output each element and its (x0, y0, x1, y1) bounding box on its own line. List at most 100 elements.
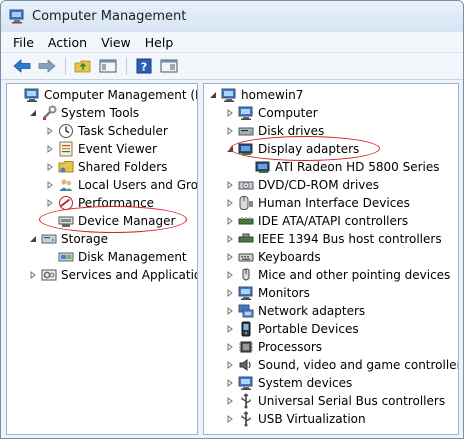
sound-icon (238, 357, 254, 373)
right-node-ati-radeon-hd-5800-series[interactable]: ATI Radeon HD 5800 Series (242, 158, 439, 176)
tree-node-label: Portable Devices (258, 322, 359, 336)
right-node-system-devices[interactable]: System devices (225, 374, 352, 392)
right-node-sound-video-and-game-controllers[interactable]: Sound, video and game controllers (225, 356, 458, 374)
right-node-human-interface-devices[interactable]: Human Interface Devices (225, 194, 410, 212)
expand-arrow-icon[interactable] (225, 392, 235, 410)
expand-arrow-icon[interactable] (225, 122, 235, 140)
left-node-disk-management[interactable]: Disk Management (45, 248, 187, 266)
no-expander (242, 158, 252, 176)
menu-file[interactable]: File (13, 35, 34, 50)
tree-node-label: Performance (78, 196, 155, 210)
menu-action[interactable]: Action (48, 35, 87, 50)
tree-node-label: Event Viewer (78, 142, 157, 156)
computer-management-icon (9, 9, 25, 24)
help-icon[interactable]: ? (133, 56, 155, 76)
left-node-performance[interactable]: Performance (45, 194, 154, 212)
performance-icon (58, 195, 74, 211)
tree-node-label: Universal Serial Bus controllers (258, 394, 446, 408)
expand-arrow-icon[interactable] (28, 266, 38, 284)
tree-node-label: Monitors (258, 286, 310, 300)
left-node-shared-folders[interactable]: Shared Folders (45, 158, 167, 176)
menu-view[interactable]: View (101, 35, 131, 50)
expand-arrow-icon[interactable] (225, 212, 235, 230)
right-node-ide-ata-atapi-controllers[interactable]: IDE ATA/ATAPI controllers (225, 212, 408, 230)
hid-icon (238, 195, 254, 211)
right-node-network-adapters[interactable]: Network adapters (225, 302, 365, 320)
right-node-ieee-1394-bus-host-controllers[interactable]: IEEE 1394 Bus host controllers (225, 230, 442, 248)
tree-node-label: System devices (258, 376, 353, 390)
tree-node-label: Disk Management (78, 250, 187, 264)
right-node-monitors[interactable]: Monitors (225, 284, 310, 302)
menu-bar: File Action View Help (1, 32, 463, 53)
expand-arrow-icon[interactable] (45, 122, 55, 140)
expand-arrow-icon[interactable] (225, 284, 235, 302)
tree-node-label: homewin7 (241, 88, 304, 102)
task-scheduler-icon (58, 123, 74, 139)
left-node-device-manager[interactable]: Device Manager (45, 212, 175, 230)
tree-node-label: System Tools (61, 106, 140, 120)
right-node-homewin7[interactable]: homewin7 (208, 86, 303, 104)
expand-arrow-icon[interactable] (225, 320, 235, 338)
right-node-keyboards[interactable]: Keyboards (225, 248, 321, 266)
display-adapter-icon (255, 159, 271, 175)
right-node-portable-devices[interactable]: Portable Devices (225, 320, 359, 338)
expand-arrow-icon[interactable] (225, 302, 235, 320)
console-tree-pane[interactable]: Computer Management (Local System Tools Ta… (6, 83, 198, 435)
expand-arrow-icon[interactable] (45, 194, 55, 212)
right-node-processors[interactable]: Processors (225, 338, 322, 356)
tree-node-label: USB Virtualization (258, 412, 366, 426)
right-node-dvd-cd-rom-drives[interactable]: DVD/CD-ROM drives (225, 176, 379, 194)
expand-arrow-icon[interactable] (225, 194, 235, 212)
monitor-icon (238, 285, 254, 301)
ieee1394-icon (238, 231, 254, 247)
show-hide-tree-icon[interactable] (97, 56, 119, 76)
tree-node-label: Computer Management (Local (44, 88, 197, 102)
expand-arrow-icon[interactable] (225, 248, 235, 266)
left-node-system-tools[interactable]: System Tools (28, 104, 139, 122)
left-node-event-viewer[interactable]: Event Viewer (45, 140, 157, 158)
left-node-computer-management-local[interactable]: Computer Management (Local (11, 86, 197, 104)
right-node-mice-and-other-pointing-devices[interactable]: Mice and other pointing devices (225, 266, 450, 284)
tree-node-label: Mice and other pointing devices (258, 268, 451, 282)
toolbar-separator (65, 57, 66, 75)
expand-arrow-icon[interactable] (45, 140, 55, 158)
right-node-display-adapters[interactable]: Display adapters (225, 140, 359, 158)
tree-node-label: Disk drives (258, 124, 325, 138)
right-node-disk-drives[interactable]: Disk drives (225, 122, 324, 140)
expand-arrow-icon[interactable] (225, 410, 235, 428)
tree-node-label: DVD/CD-ROM drives (258, 178, 380, 192)
forward-arrow-icon[interactable] (36, 56, 58, 76)
expand-arrow-icon[interactable] (225, 230, 235, 248)
left-node-services-and-applications[interactable]: Services and Applications (28, 266, 197, 284)
expand-arrow-icon[interactable] (225, 374, 235, 392)
collapse-arrow-icon[interactable] (28, 104, 38, 122)
mouse-icon (238, 267, 254, 283)
left-node-storage[interactable]: Storage (28, 230, 108, 248)
no-expander (45, 248, 55, 266)
right-node-usb-virtualization[interactable]: USB Virtualization (225, 410, 366, 428)
expand-arrow-icon[interactable] (225, 176, 235, 194)
expand-arrow-icon[interactable] (45, 176, 55, 194)
display-adapter-icon (238, 141, 254, 157)
expand-arrow-icon[interactable] (225, 104, 235, 122)
properties-icon[interactable] (158, 56, 180, 76)
tree-node-label: Shared Folders (78, 160, 168, 174)
left-node-task-scheduler[interactable]: Task Scheduler (45, 122, 168, 140)
right-node-computer[interactable]: Computer (225, 104, 318, 122)
collapse-arrow-icon[interactable] (28, 230, 38, 248)
expand-arrow-icon[interactable] (225, 338, 235, 356)
expand-arrow-icon[interactable] (45, 158, 55, 176)
expand-arrow-icon[interactable] (225, 266, 235, 284)
collapse-arrow-icon[interactable] (208, 86, 218, 104)
right-node-universal-serial-bus-controllers[interactable]: Universal Serial Bus controllers (225, 392, 445, 410)
collapse-arrow-icon[interactable] (225, 140, 235, 158)
expand-arrow-icon[interactable] (225, 356, 235, 374)
left-node-local-users-and-groups[interactable]: Local Users and Groups (45, 176, 197, 194)
up-folder-icon[interactable] (72, 56, 94, 76)
shared-folders-icon (58, 159, 74, 175)
no-expander (45, 212, 55, 230)
device-tree-pane[interactable]: homewin7 Computer Disk drives Display adapt… (203, 83, 459, 435)
back-arrow-icon[interactable] (11, 56, 33, 76)
menu-help[interactable]: Help (145, 35, 174, 50)
tree-node-label: ATI Radeon HD 5800 Series (275, 160, 440, 174)
